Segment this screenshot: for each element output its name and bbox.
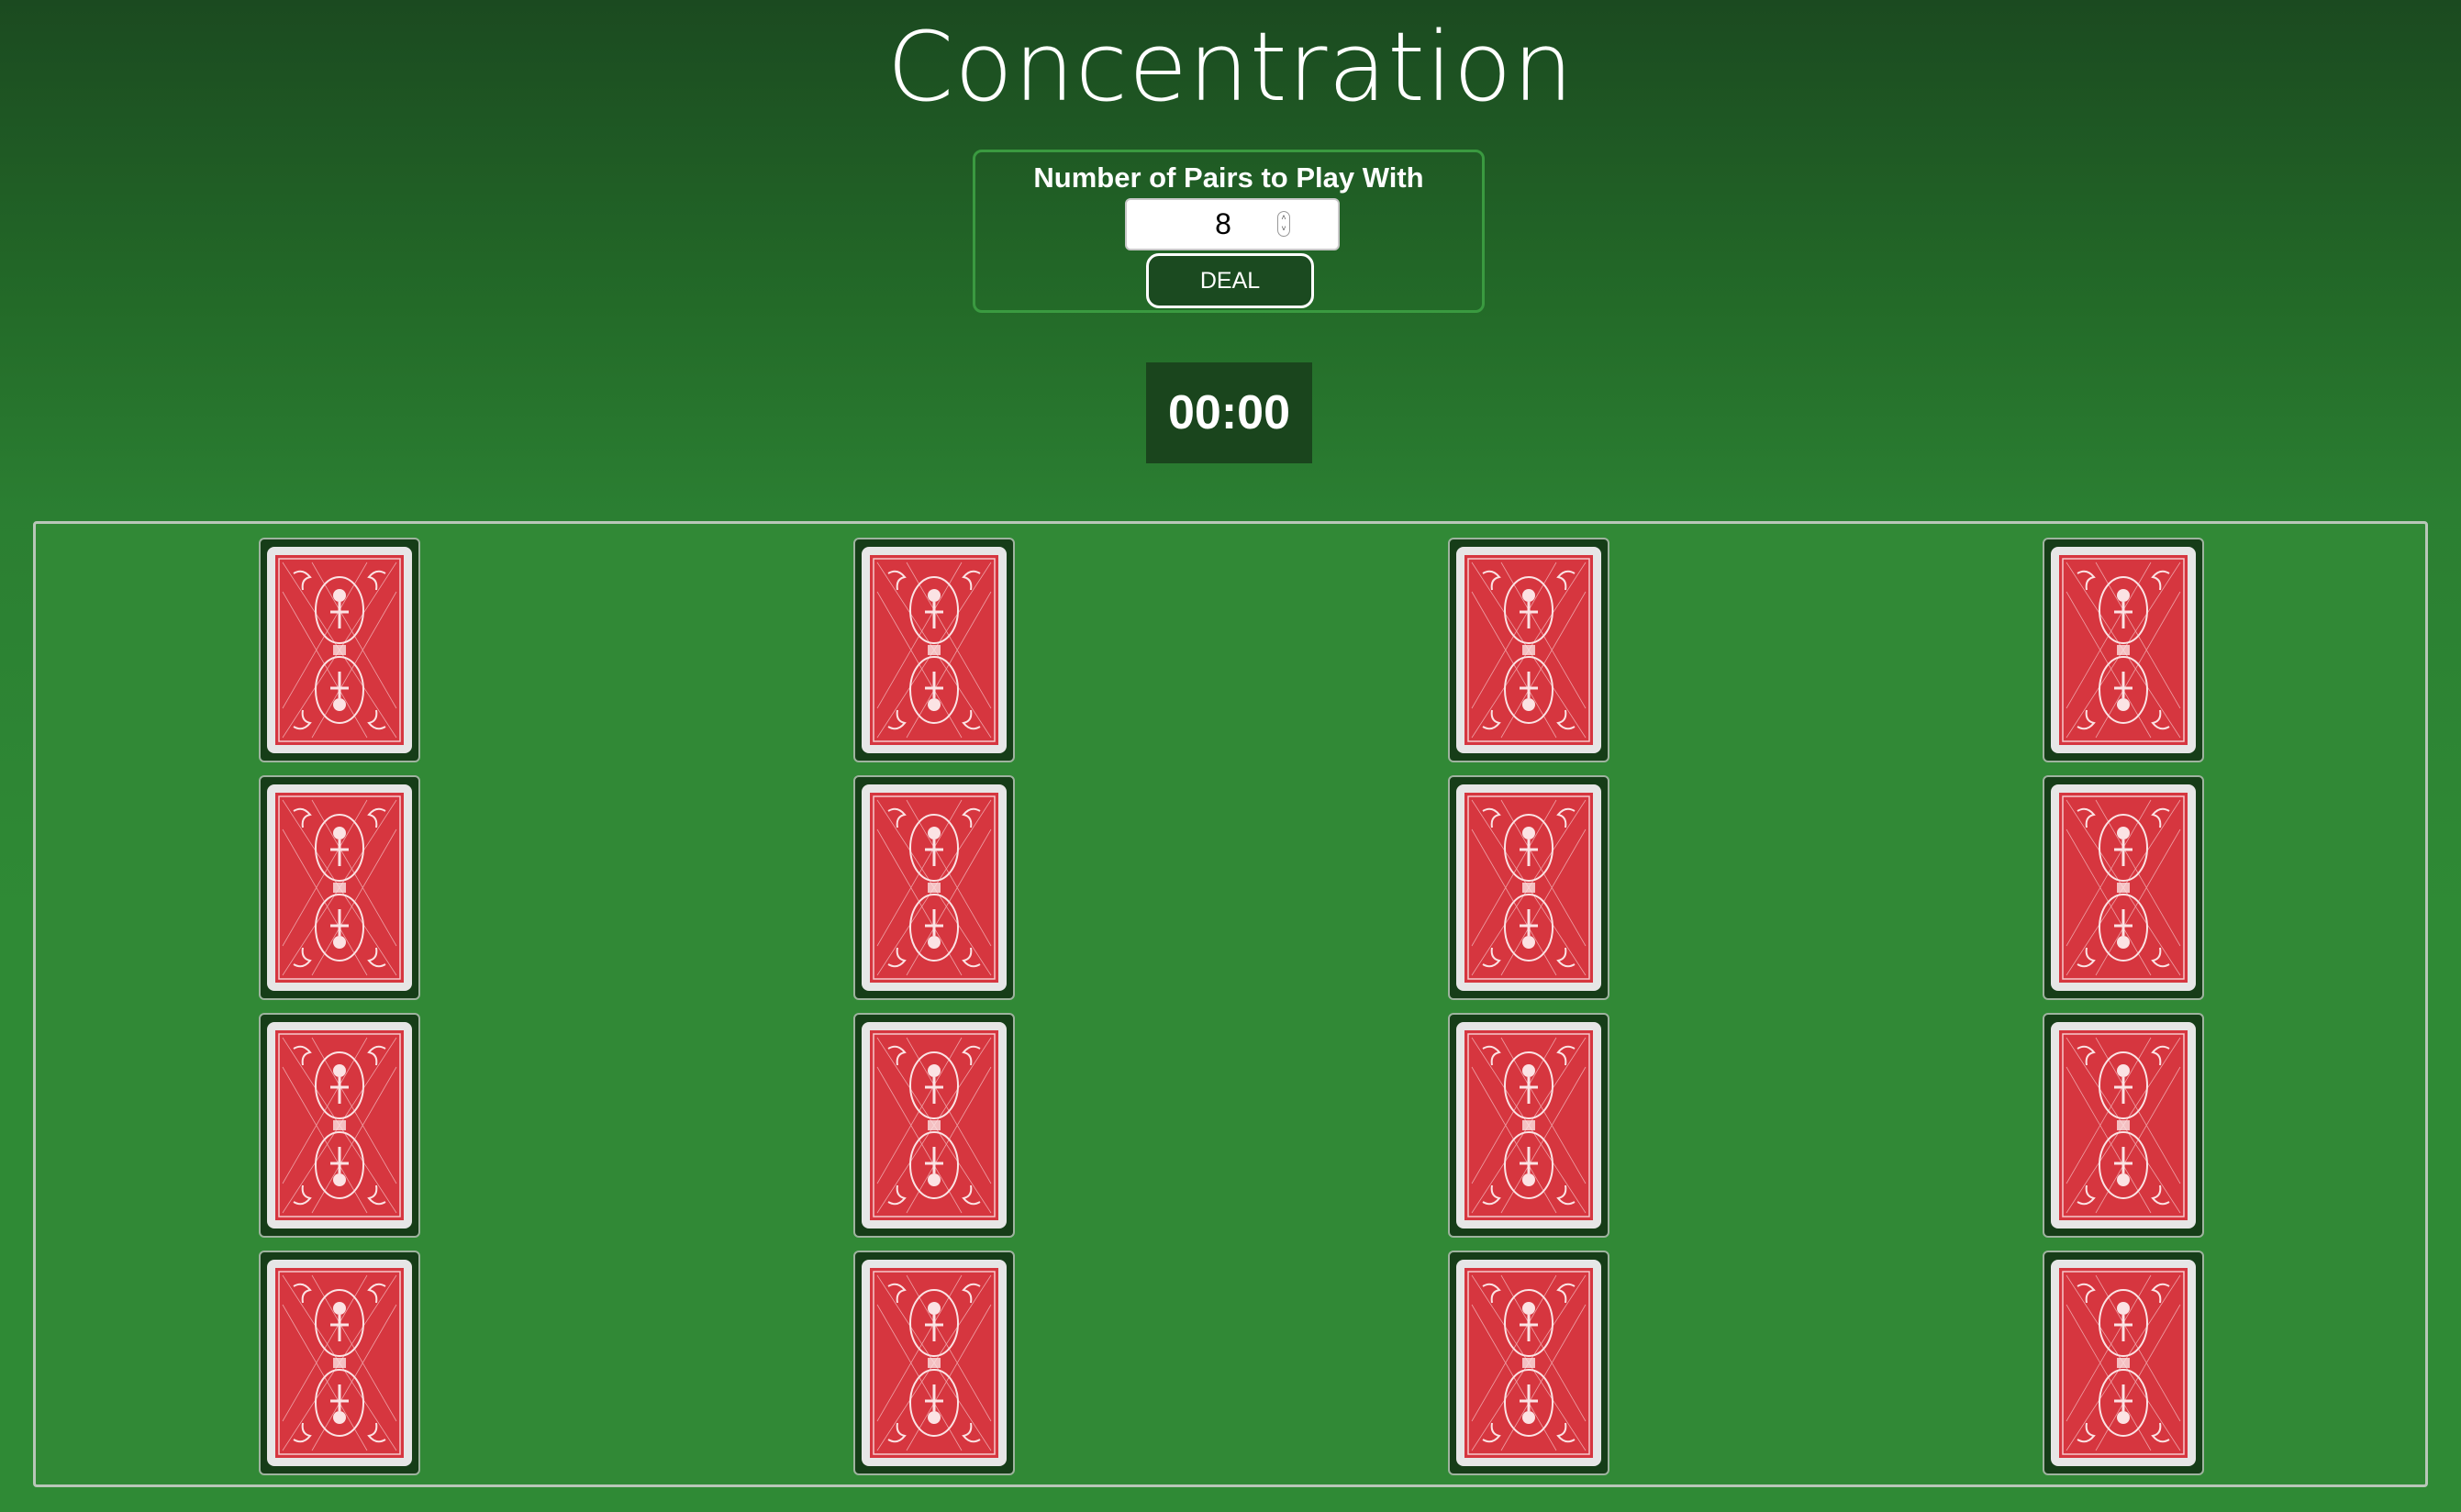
card-face-down[interactable] (259, 1013, 420, 1238)
card-face-down[interactable] (2043, 1013, 2204, 1238)
card-back-pattern (2051, 784, 2196, 991)
card-back-pattern (267, 1022, 412, 1228)
card-back-pattern (2051, 1260, 2196, 1466)
card-face-down[interactable] (2043, 775, 2204, 1000)
card-back-pattern (267, 547, 412, 753)
card-back-pattern (862, 1022, 1007, 1228)
card-back-pattern (267, 1260, 412, 1466)
card-back-pattern (1456, 547, 1601, 753)
card-face-down[interactable] (1448, 775, 1609, 1000)
card-back-pattern (2051, 547, 2196, 753)
game-timer: 00:00 (1146, 362, 1312, 463)
card-back-pattern (1456, 1022, 1601, 1228)
pairs-count-input[interactable]: 8 ˄ ˅ (1125, 198, 1340, 250)
deal-button[interactable]: DEAL (1146, 253, 1314, 308)
card-back-pattern (862, 547, 1007, 753)
card-face-down[interactable] (853, 1013, 1015, 1238)
card-back-pattern (862, 1260, 1007, 1466)
number-spinner-icon[interactable]: ˄ ˅ (1277, 211, 1290, 237)
card-back-pattern (2051, 1022, 2196, 1228)
card-board (33, 521, 2428, 1487)
pairs-count-value: 8 (1215, 207, 1231, 240)
card-face-down[interactable] (1448, 1013, 1609, 1238)
card-back-pattern (267, 784, 412, 991)
page-title: Concentration (886, 11, 1575, 123)
card-face-down[interactable] (259, 775, 420, 1000)
card-face-down[interactable] (2043, 1251, 2204, 1475)
card-face-down[interactable] (1448, 1251, 1609, 1475)
card-face-down[interactable] (259, 538, 420, 762)
card-face-down[interactable] (2043, 538, 2204, 762)
card-back-pattern (1456, 1260, 1601, 1466)
card-face-down[interactable] (853, 538, 1015, 762)
deal-controls-panel: Number of Pairs to Play With 8 ˄ ˅ DEAL (973, 150, 1485, 313)
card-face-down[interactable] (1448, 538, 1609, 762)
card-face-down[interactable] (853, 1251, 1015, 1475)
card-face-down[interactable] (259, 1251, 420, 1475)
pairs-count-label: Number of Pairs to Play With (1033, 161, 1424, 194)
card-back-pattern (862, 784, 1007, 991)
card-back-pattern (1456, 784, 1601, 991)
card-face-down[interactable] (853, 775, 1015, 1000)
